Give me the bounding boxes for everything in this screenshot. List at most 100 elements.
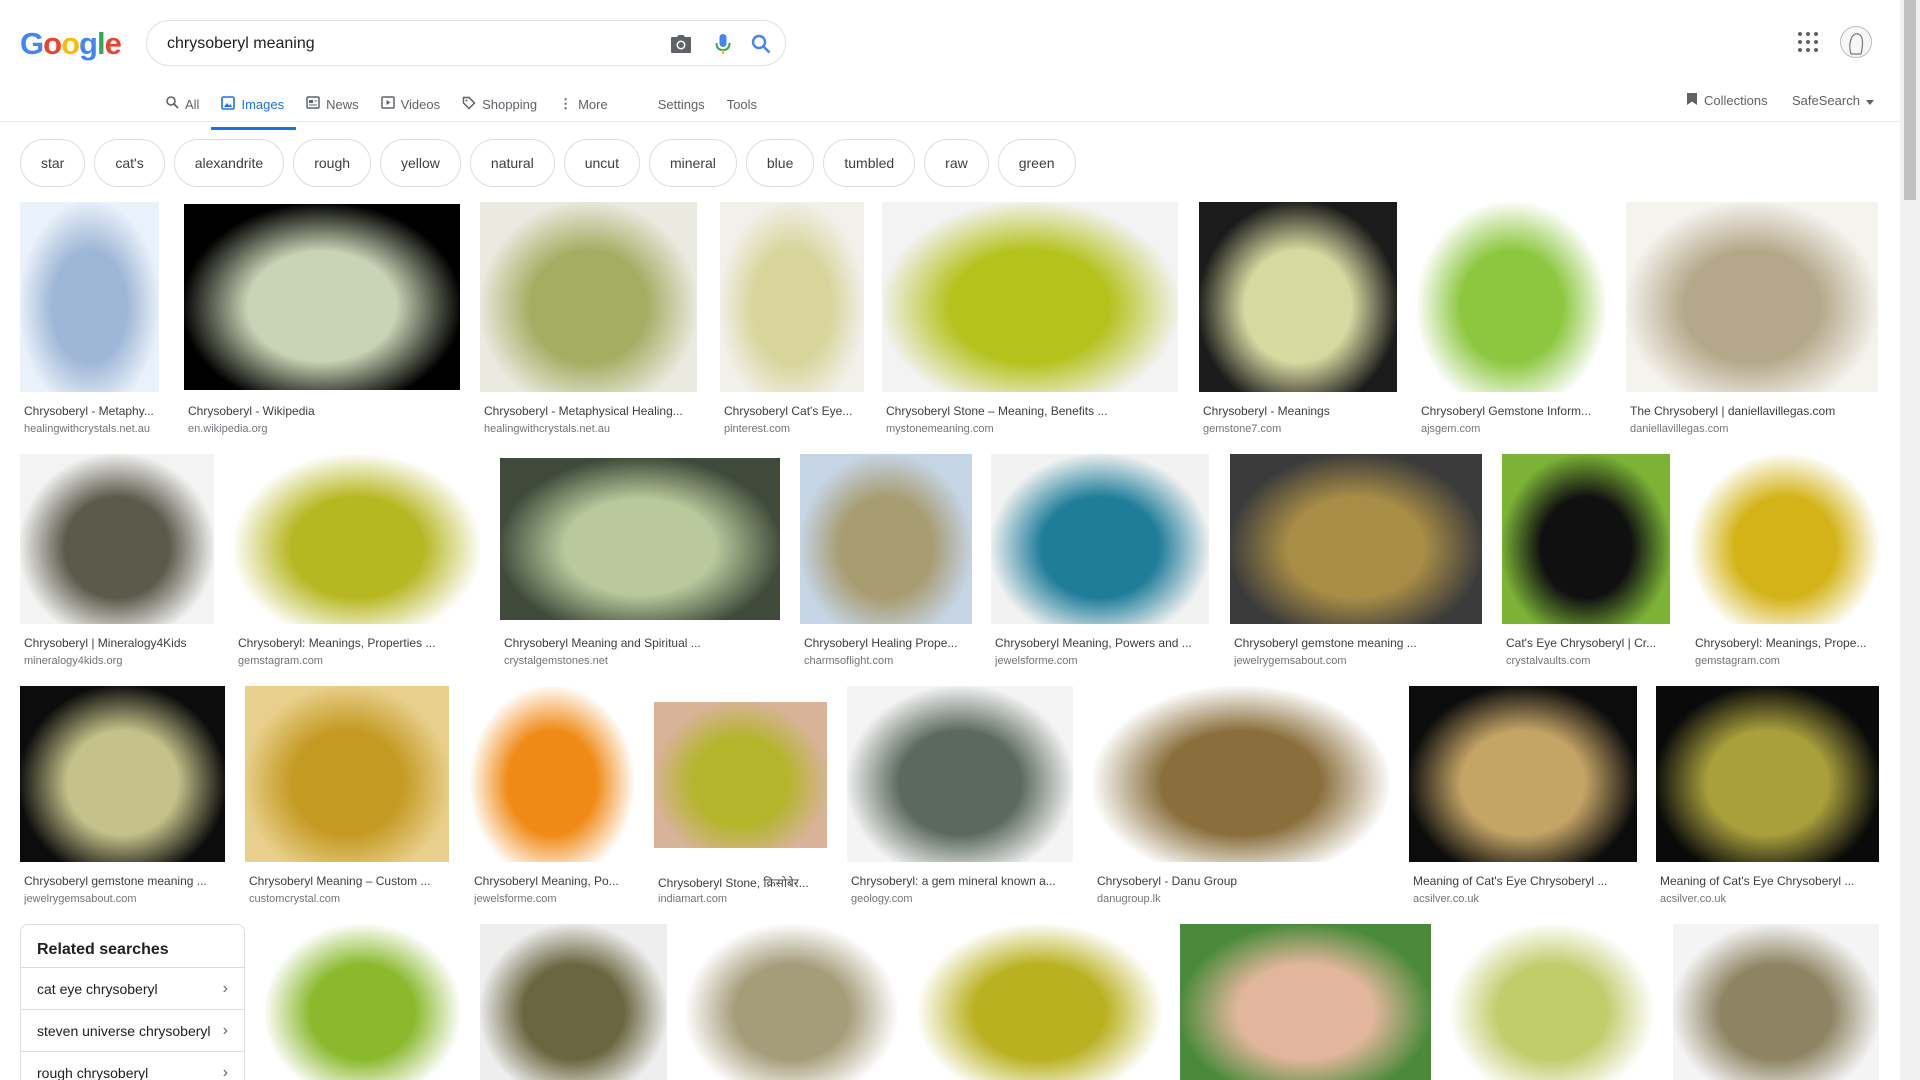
tab-more[interactable]: ⋮ More (559, 88, 608, 120)
chip-raw[interactable]: raw (924, 139, 989, 187)
result-title[interactable]: Chrysoberyl gemstone meaning ... (1234, 636, 1480, 650)
image-result[interactable]: Chrysoberyl | Mineralogy4Kids mineralogy4… (20, 454, 214, 672)
result-thumbnail[interactable] (686, 924, 897, 1080)
result-thumbnail[interactable] (1199, 202, 1397, 392)
result-thumbnail[interactable] (1451, 924, 1653, 1080)
tools-link[interactable]: Tools (727, 88, 757, 120)
chip-mineral[interactable]: mineral (648, 139, 737, 187)
image-result[interactable]: Meaning of Cat's Eye Chrysoberyl ... acsi… (1656, 686, 1879, 910)
related-search-item[interactable]: steven universe chrysoberyl › (21, 1009, 244, 1051)
result-thumbnail[interactable] (1230, 454, 1482, 624)
chip-green[interactable]: green (997, 139, 1076, 187)
result-thumbnail[interactable] (720, 202, 864, 392)
image-result[interactable]: Cat's Eye Chrysoberyl | Cr... crystalvaul… (1502, 454, 1670, 672)
chip-uncut[interactable]: uncut (563, 139, 640, 187)
scrollbar-thumb[interactable] (1904, 0, 1916, 200)
result-title[interactable]: Chrysoberyl - Meanings (1203, 404, 1395, 418)
result-thumbnail[interactable] (234, 454, 480, 624)
result-title[interactable]: Chrysoberyl gemstone meaning ... (24, 874, 223, 888)
image-result[interactable]: Chrysoberyl - Wikipedia en.wikipedia.org (184, 204, 460, 440)
google-logo[interactable]: Google (20, 26, 122, 62)
image-result[interactable]: Chrysoberyl Meaning and Spiritual ... cry… (500, 458, 780, 672)
chip-yellow[interactable]: yellow (380, 139, 461, 187)
image-result[interactable] (918, 924, 1161, 1080)
chip-tumbled[interactable]: tumbled (823, 139, 916, 187)
result-title[interactable]: Chrysoberyl Stone – Meaning, Benefits ..… (886, 404, 1176, 418)
result-thumbnail[interactable] (480, 924, 667, 1080)
tab-videos[interactable]: Videos (380, 88, 440, 120)
result-thumbnail[interactable] (1093, 686, 1389, 862)
image-result[interactable]: Chrysoberyl Meaning, Po... jewelsforme.co… (470, 686, 634, 910)
result-title[interactable]: Chrysoberyl Healing Prope... (804, 636, 970, 650)
chip-natural[interactable]: natural (469, 139, 555, 187)
result-thumbnail[interactable] (470, 686, 634, 862)
result-title[interactable]: Chrysoberyl Gemstone Inform... (1421, 404, 1604, 418)
result-thumbnail[interactable] (1417, 202, 1606, 392)
result-title[interactable]: The Chrysoberyl | daniellavillegas.com (1630, 404, 1876, 418)
result-title[interactable]: Chrysoberyl Cat's Eye... (724, 404, 862, 418)
image-result[interactable]: Chrysoberyl - Metaphy... healingwithcryst… (20, 202, 159, 440)
result-thumbnail[interactable] (245, 686, 449, 862)
result-thumbnail[interactable] (847, 686, 1073, 862)
result-title[interactable]: Chrysoberyl Meaning and Spiritual ... (504, 636, 778, 650)
result-thumbnail[interactable] (265, 924, 460, 1080)
image-result[interactable]: Chrysoberyl: Meanings, Properties ... gem… (234, 454, 480, 672)
result-thumbnail[interactable] (1409, 686, 1637, 862)
account-avatar[interactable] (1840, 26, 1872, 58)
camera-icon[interactable] (669, 32, 693, 56)
search-input[interactable] (167, 33, 637, 55)
chip-star[interactable]: star (20, 139, 86, 187)
image-result[interactable]: Chrysoberyl Stone – Meaning, Benefits ..… (882, 202, 1178, 440)
result-title[interactable]: Chrysoberyl Meaning, Powers and ... (995, 636, 1207, 650)
apps-grid-icon[interactable] (1796, 30, 1820, 54)
result-thumbnail[interactable] (1626, 202, 1878, 392)
search-box[interactable] (146, 20, 786, 66)
result-thumbnail[interactable] (480, 202, 697, 392)
tab-news[interactable]: News (306, 88, 359, 120)
image-result[interactable]: The Chrysoberyl | daniellavillegas.com da… (1626, 202, 1878, 440)
chip-cats[interactable]: cat's (94, 139, 165, 187)
result-title[interactable]: Chrysoberyl Stone, क्रिसोबेर... (658, 874, 825, 891)
image-result[interactable]: Meaning of Cat's Eye Chrysoberyl ... acsi… (1409, 686, 1637, 910)
result-title[interactable]: Meaning of Cat's Eye Chrysoberyl ... (1660, 874, 1877, 888)
image-result[interactable] (480, 924, 667, 1080)
result-thumbnail[interactable] (1502, 454, 1670, 624)
microphone-icon[interactable] (711, 32, 735, 56)
result-thumbnail[interactable] (184, 204, 460, 390)
image-result[interactable] (1673, 924, 1879, 1080)
image-result[interactable]: Chrysoberyl Meaning, Powers and ... jewel… (991, 454, 1209, 672)
result-thumbnail[interactable] (20, 454, 214, 624)
result-title[interactable]: Chrysoberyl - Metaphy... (24, 404, 157, 418)
result-thumbnail[interactable] (500, 458, 780, 620)
result-title[interactable]: Chrysoberyl - Danu Group (1097, 874, 1387, 888)
result-title[interactable]: Meaning of Cat's Eye Chrysoberyl ... (1413, 874, 1635, 888)
image-result[interactable]: Chrysoberyl Cat's Eye... pinterest.com (720, 202, 864, 440)
image-result[interactable]: Chrysoberyl - Meanings gemstone7.com (1199, 202, 1397, 440)
result-title[interactable]: Chrysoberyl: a gem mineral known a... (851, 874, 1071, 888)
result-title[interactable]: Chrysoberyl: Meanings, Prope... (1695, 636, 1877, 650)
image-result[interactable]: Chrysoberyl Stone, क्रिसोबेर... indiamart… (654, 702, 827, 910)
related-search-item[interactable]: cat eye chrysoberyl › (21, 967, 244, 1009)
result-title[interactable]: Chrysoberyl | Mineralogy4Kids (24, 636, 212, 650)
image-result[interactable]: Chrysoberyl Healing Prope... charmsofligh… (800, 454, 972, 672)
image-result[interactable] (265, 924, 460, 1080)
image-result[interactable]: Chrysoberyl Gemstone Inform... ajsgem.com (1417, 202, 1606, 440)
chip-blue[interactable]: blue (745, 139, 815, 187)
result-title[interactable]: Chrysoberyl - Metaphysical Healing... (484, 404, 695, 418)
settings-link[interactable]: Settings (658, 88, 705, 120)
image-result[interactable]: Chrysoberyl Meaning – Custom ... customcr… (245, 686, 449, 910)
result-thumbnail[interactable] (800, 454, 972, 624)
result-thumbnail[interactable] (20, 686, 225, 862)
collections-link[interactable]: Collections (1686, 88, 1768, 112)
result-title[interactable]: Cat's Eye Chrysoberyl | Cr... (1506, 636, 1668, 650)
result-thumbnail[interactable] (882, 202, 1178, 392)
tab-shopping[interactable]: Shopping (462, 88, 537, 120)
result-title[interactable]: Chrysoberyl Meaning, Po... (474, 874, 632, 888)
result-thumbnail[interactable] (918, 924, 1161, 1080)
tab-images[interactable]: Images (211, 88, 296, 130)
image-result[interactable]: Chrysoberyl gemstone meaning ... jewelryg… (1230, 454, 1482, 672)
result-thumbnail[interactable] (20, 202, 159, 392)
result-thumbnail[interactable] (1656, 686, 1879, 862)
result-thumbnail[interactable] (654, 702, 827, 848)
result-title[interactable]: Chrysoberyl: Meanings, Properties ... (238, 636, 478, 650)
